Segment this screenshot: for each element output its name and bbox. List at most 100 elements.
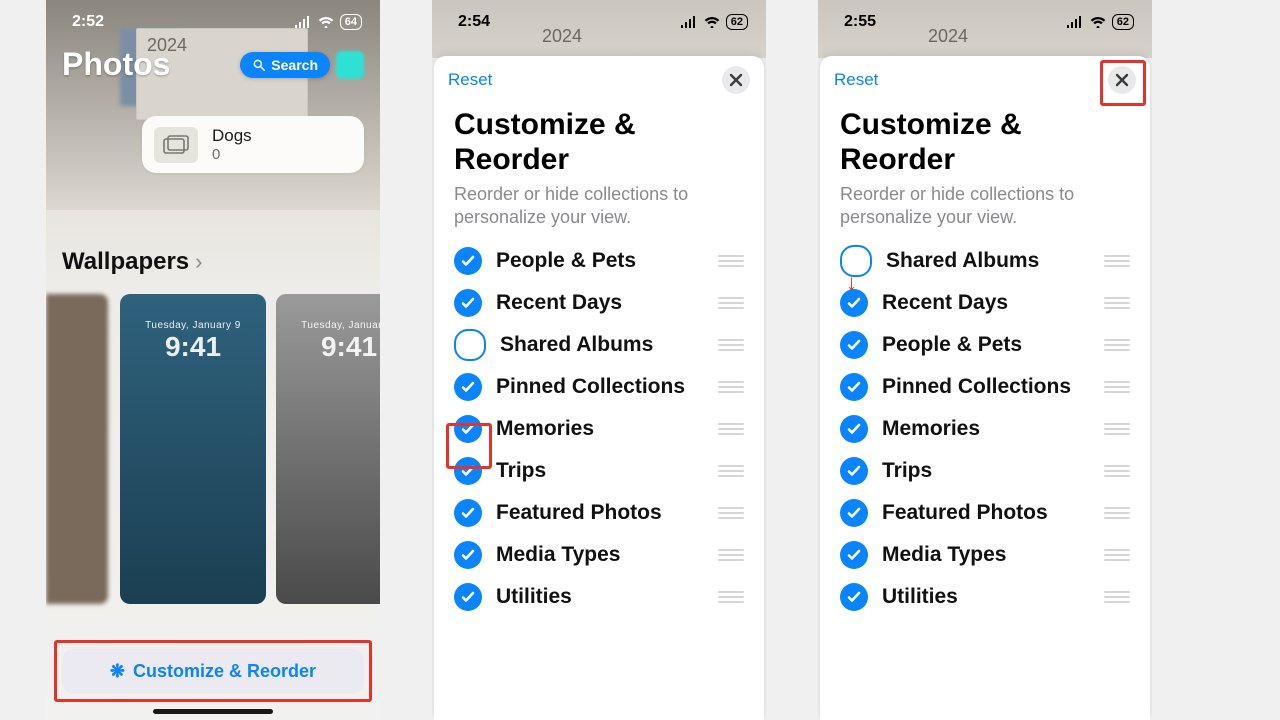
drag-handle-icon[interactable] xyxy=(718,507,744,519)
reorder-row: Media Types xyxy=(840,534,1130,576)
drag-handle-icon[interactable] xyxy=(718,549,744,561)
annotation-arrow-icon: ↓ xyxy=(846,270,857,296)
row-label: Memories xyxy=(882,417,1090,441)
row-label: Media Types xyxy=(882,543,1090,567)
reorder-row: Pinned Collections xyxy=(840,366,1130,408)
visibility-toggle[interactable] xyxy=(454,457,482,485)
row-label: Recent Days xyxy=(882,291,1090,315)
drag-handle-icon[interactable] xyxy=(718,465,744,477)
screenshot-3-customize: 2024 2:55 62 Reset Customize & Reord xyxy=(818,0,1152,720)
reorder-row: Memories xyxy=(840,408,1130,450)
sheet-title: Customize & Reorder xyxy=(434,104,764,179)
checkmark-icon xyxy=(846,589,862,605)
status-time: 2:54 xyxy=(450,13,603,31)
reorder-row: Shared Albums xyxy=(454,324,744,366)
wallpaper-thumbnail[interactable]: Tuesday, January 9 9:41 xyxy=(276,294,380,604)
drag-handle-icon[interactable] xyxy=(1104,507,1130,519)
row-label: Utilities xyxy=(496,585,704,609)
status-bar: 2:54 62 xyxy=(432,0,766,44)
drag-handle-icon[interactable] xyxy=(1104,381,1130,393)
row-label: Featured Photos xyxy=(882,501,1090,525)
drag-handle-icon[interactable] xyxy=(1104,549,1130,561)
collection-count: 0 xyxy=(212,146,252,163)
reorder-row: Shared Albums xyxy=(840,240,1130,282)
visibility-toggle[interactable] xyxy=(840,373,868,401)
wifi-icon xyxy=(318,16,334,28)
row-label: Pinned Collections xyxy=(882,375,1090,399)
checkmark-icon xyxy=(846,463,862,479)
drag-handle-icon[interactable] xyxy=(718,381,744,393)
checkmark-icon xyxy=(460,379,476,395)
reset-button[interactable]: Reset xyxy=(448,70,492,90)
signal-icon xyxy=(294,16,312,28)
battery-icon: 64 xyxy=(340,14,362,30)
screenshot-2-customize: 2024 2:54 62 Reset Customize & Reord xyxy=(432,0,766,720)
drag-handle-icon[interactable] xyxy=(718,297,744,309)
sheet-title: Customize & Reorder xyxy=(820,104,1150,179)
reorder-row: Featured Photos xyxy=(840,492,1130,534)
drag-handle-icon[interactable] xyxy=(718,423,744,435)
battery-icon: 62 xyxy=(726,14,748,30)
section-wallpapers[interactable]: Wallpapers › xyxy=(62,248,202,276)
visibility-toggle[interactable] xyxy=(454,583,482,611)
drag-handle-icon[interactable] xyxy=(1104,339,1130,351)
drag-handle-icon[interactable] xyxy=(1104,297,1130,309)
checkmark-icon xyxy=(846,337,862,353)
signal-icon xyxy=(680,16,698,28)
status-bar: 2:52 64 xyxy=(46,0,380,44)
visibility-toggle[interactable] xyxy=(454,329,486,361)
visibility-toggle[interactable] xyxy=(840,541,868,569)
row-label: Media Types xyxy=(496,543,704,567)
screenshot-1-photos: 2:52 64 2024 Photos Search xyxy=(46,0,380,720)
search-button[interactable]: Search xyxy=(240,52,330,78)
visibility-toggle[interactable] xyxy=(840,583,868,611)
reorder-row: Recent Days xyxy=(840,282,1130,324)
visibility-toggle[interactable] xyxy=(454,499,482,527)
visibility-toggle[interactable] xyxy=(840,331,868,359)
search-icon xyxy=(252,58,266,72)
reorder-row: Recent Days xyxy=(454,282,744,324)
close-button[interactable] xyxy=(1108,66,1136,94)
visibility-toggle[interactable] xyxy=(454,415,482,443)
drag-handle-icon[interactable] xyxy=(1104,465,1130,477)
customize-reorder-button[interactable]: ❋ Customize & Reorder xyxy=(62,649,364,694)
drag-handle-icon[interactable] xyxy=(718,339,744,351)
reset-button[interactable]: Reset xyxy=(834,70,878,90)
visibility-toggle[interactable] xyxy=(454,541,482,569)
checkmark-icon xyxy=(460,463,476,479)
reorder-row: Media Types xyxy=(454,534,744,576)
checkmark-icon xyxy=(460,547,476,563)
drag-handle-icon[interactable] xyxy=(718,255,744,267)
row-label: Memories xyxy=(496,417,704,441)
reorder-row: Trips xyxy=(840,450,1130,492)
reorder-row: Pinned Collections xyxy=(454,366,744,408)
profile-avatar[interactable] xyxy=(336,51,364,79)
drag-handle-icon[interactable] xyxy=(1104,423,1130,435)
row-label: Recent Days xyxy=(496,291,704,315)
reorder-row: Utilities xyxy=(454,576,744,618)
checkmark-icon xyxy=(846,295,862,311)
visibility-toggle[interactable] xyxy=(840,499,868,527)
row-label: Shared Albums xyxy=(886,249,1090,273)
wallpaper-thumbnail[interactable]: Tuesday, January 9 9:41 xyxy=(120,294,266,604)
status-time: 2:55 xyxy=(836,13,989,31)
drag-handle-icon[interactable] xyxy=(1104,255,1130,267)
wallpaper-partial xyxy=(46,294,108,604)
checkmark-icon xyxy=(846,379,862,395)
collection-card-dogs[interactable]: Dogs 0 xyxy=(142,116,364,173)
visibility-toggle[interactable] xyxy=(454,289,482,317)
home-indicator[interactable] xyxy=(153,709,273,714)
checkmark-icon xyxy=(846,505,862,521)
visibility-toggle[interactable] xyxy=(840,457,868,485)
visibility-toggle[interactable] xyxy=(454,373,482,401)
close-button[interactable] xyxy=(722,66,750,94)
row-label: Utilities xyxy=(882,585,1090,609)
drag-handle-icon[interactable] xyxy=(1104,591,1130,603)
visibility-toggle[interactable] xyxy=(840,415,868,443)
status-time: 2:52 xyxy=(64,13,217,31)
visibility-toggle[interactable] xyxy=(454,247,482,275)
checkmark-icon xyxy=(460,253,476,269)
drag-handle-icon[interactable] xyxy=(718,591,744,603)
row-label: People & Pets xyxy=(496,249,704,273)
status-bar: 2:55 62 xyxy=(818,0,1152,44)
